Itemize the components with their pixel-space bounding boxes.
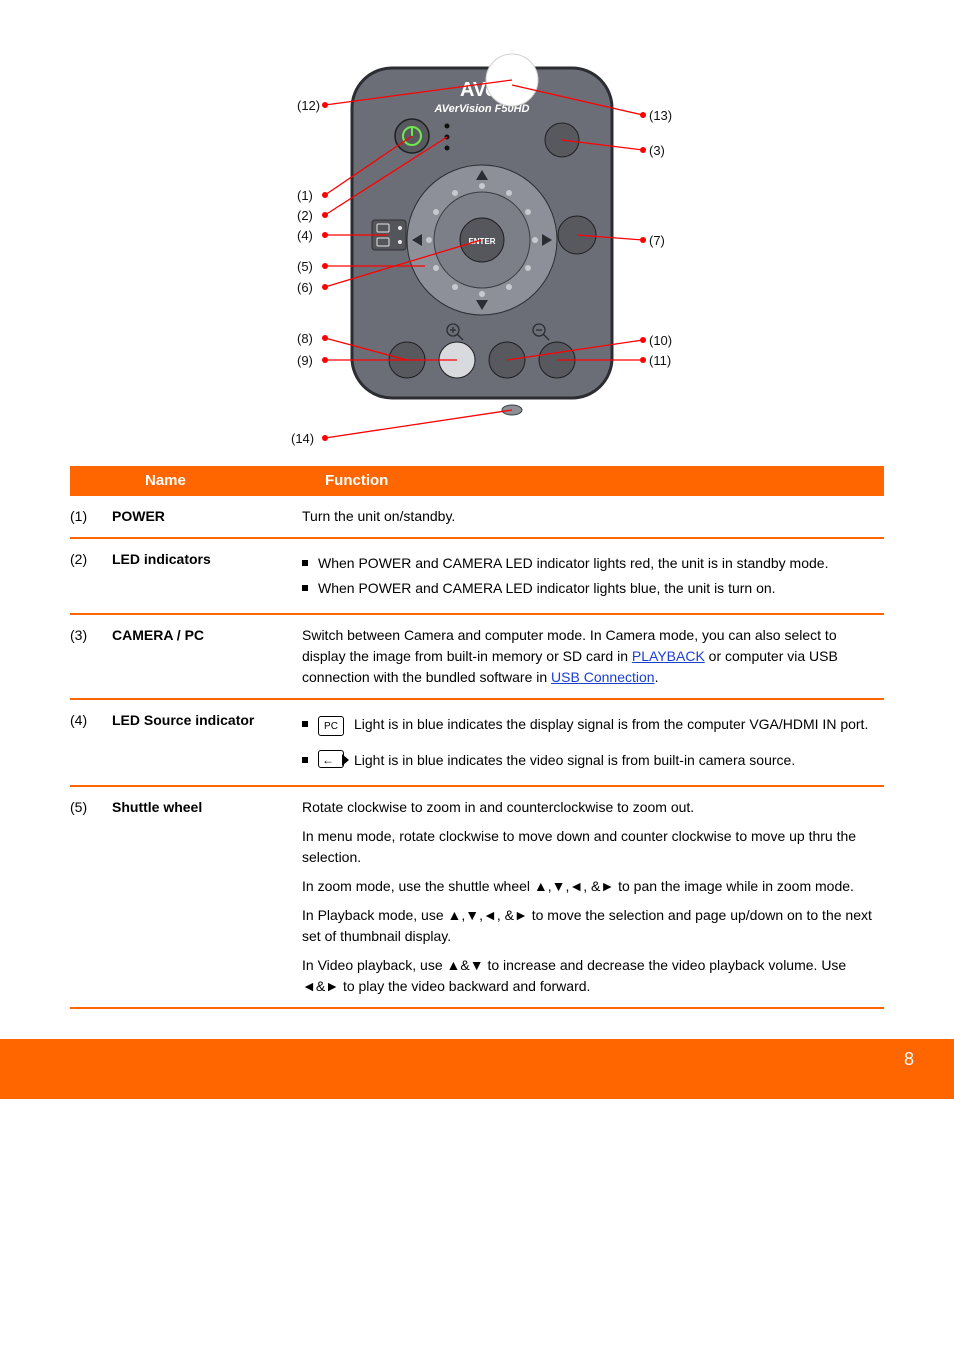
camera-icon [318, 750, 344, 768]
header-function: Function [325, 472, 388, 489]
row5-p5: In Video playback, use ▲&▼ to increase a… [302, 955, 878, 997]
table-header-bar: Name Function [70, 466, 884, 494]
row5-p2: In menu mode, rotate clockwise to move d… [302, 826, 878, 868]
page-root: AVer AVerVision F50HD ENTER [0, 0, 954, 1099]
row4-desc: PC Light is in blue indicates the displa… [296, 699, 884, 786]
svg-text:ENTER: ENTER [468, 237, 495, 246]
page-number: 8 [904, 1049, 914, 1070]
row4-name: LED Source indicator [106, 699, 296, 786]
row5-desc: Rotate clockwise to zoom in and counterc… [296, 786, 884, 1008]
row1-desc: Turn the unit on/standby. [296, 495, 884, 538]
svg-text:(14): (14) [291, 431, 314, 446]
svg-text:(13): (13) [649, 108, 672, 123]
link-usb-connection[interactable]: USB Connection [551, 669, 655, 685]
svg-text:(6): (6) [297, 280, 313, 295]
svg-text:(9): (9) [297, 353, 313, 368]
svg-text:(5): (5) [297, 259, 313, 274]
control-panel-figure: AVer AVerVision F50HD ENTER [0, 0, 954, 460]
row2-b1: When POWER and CAMERA LED indicator ligh… [318, 553, 828, 574]
row2-index: (2) [70, 538, 106, 614]
svg-text:(4): (4) [297, 228, 313, 243]
row5-p1: Rotate clockwise to zoom in and counterc… [302, 797, 878, 818]
pc-icon: PC [318, 716, 344, 736]
svg-text:(2): (2) [297, 208, 313, 223]
row3-index: (3) [70, 614, 106, 699]
bullet-icon [302, 585, 308, 591]
svg-text:(12): (12) [297, 98, 320, 113]
svg-text:(1): (1) [297, 188, 313, 203]
svg-text:(7): (7) [649, 233, 665, 248]
row4-b2: Light is in blue indicates the video sig… [354, 750, 795, 771]
bullet-icon [302, 721, 308, 727]
svg-text:(11): (11) [649, 353, 671, 368]
control-panel-svg: AVer AVerVision F50HD ENTER [227, 40, 727, 450]
row1-name: POWER [106, 495, 296, 538]
row2-name: LED indicators [106, 538, 296, 614]
row4-b1: Light is in blue indicates the display s… [354, 714, 868, 735]
row5-p4: In Playback mode, use ▲,▼,◄, &► to move … [302, 905, 878, 947]
row5-name: Shuttle wheel [106, 786, 296, 1008]
row5-p3: In zoom mode, use the shuttle wheel ▲,▼,… [302, 876, 878, 897]
row1-index: (1) [70, 495, 106, 538]
row3-name: CAMERA / PC [106, 614, 296, 699]
row5-index: (5) [70, 786, 106, 1008]
header-name: Name [70, 472, 325, 489]
row2-b2: When POWER and CAMERA LED indicator ligh… [318, 578, 776, 599]
page-footer: 8 [0, 1039, 954, 1099]
row3-desc: Switch between Camera and computer mode.… [296, 614, 884, 699]
link-playback[interactable]: PLAYBACK [632, 648, 705, 664]
function-table: (1) POWER Turn the unit on/standby. (2) … [0, 494, 954, 1009]
svg-text:(3): (3) [649, 143, 665, 158]
row2-desc: When POWER and CAMERA LED indicator ligh… [296, 538, 884, 614]
svg-text:(10): (10) [649, 333, 672, 348]
row4-index: (4) [70, 699, 106, 786]
svg-text:(8): (8) [297, 331, 313, 346]
bullet-icon [302, 757, 308, 763]
bullet-icon [302, 560, 308, 566]
